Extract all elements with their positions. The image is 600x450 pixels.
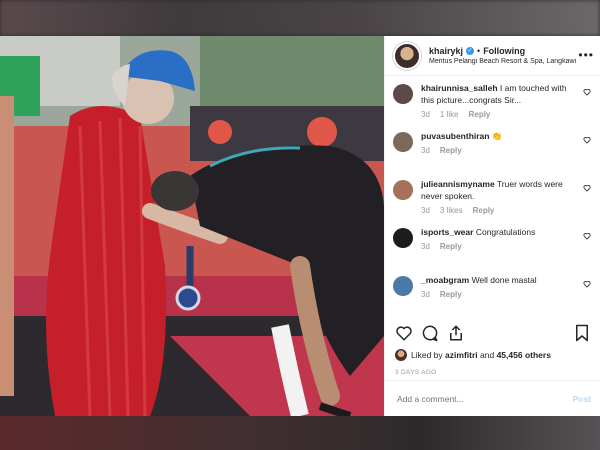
commenter-username[interactable]: _moabgram xyxy=(421,275,469,285)
more-options-icon[interactable]: ••• xyxy=(578,48,594,62)
backdrop-bottom xyxy=(0,416,600,450)
comment-like-heart-icon[interactable] xyxy=(583,136,591,144)
post-location[interactable]: Meritus Pelangi Beach Resort & Spa, Lang… xyxy=(429,58,591,65)
comment-body: puvasubenthiran 👏 3d Reply xyxy=(421,130,581,155)
comment-meta: 3d Reply xyxy=(421,242,581,251)
liker-username[interactable]: azimfitri xyxy=(445,350,478,360)
comment-message: Well done mastal xyxy=(471,275,537,285)
comment-body: _moabgram Well done mastal 3d Reply xyxy=(421,274,581,299)
comment-meta: 3d 1 like Reply xyxy=(421,110,581,119)
comment-icon[interactable] xyxy=(421,324,439,342)
comment-item: isports_wear Congratulations 3d Reply xyxy=(385,226,600,251)
share-icon[interactable] xyxy=(447,324,465,342)
instagram-post: khairykj ✓ • Following Meritus Pelangi B… xyxy=(0,36,600,416)
comment-meta: 3d Reply xyxy=(421,146,581,155)
comment-age[interactable]: 3d xyxy=(421,110,430,119)
post-timestamp[interactable]: 3 DAYS AGO xyxy=(395,369,437,376)
comment-like-count[interactable]: 1 like xyxy=(440,110,459,119)
author-username[interactable]: khairykj xyxy=(429,46,463,56)
comment-meta: 3d 3 likes Reply xyxy=(421,206,581,215)
comment-like-heart-icon[interactable] xyxy=(583,88,591,96)
comment-age[interactable]: 3d xyxy=(421,206,430,215)
likes-count[interactable]: 45,456 others xyxy=(497,350,551,360)
comment-item: khairunnisa_salleh I am touched with thi… xyxy=(385,82,600,119)
post-photo[interactable] xyxy=(0,36,384,416)
comments-list[interactable]: khairunnisa_salleh I am touched with thi… xyxy=(385,76,600,316)
heart-icon[interactable] xyxy=(395,324,413,342)
commenter-avatar[interactable] xyxy=(393,228,413,248)
header-separator: • xyxy=(477,46,481,56)
add-comment-input[interactable] xyxy=(395,392,573,405)
author-avatar[interactable] xyxy=(393,41,421,70)
comment-like-heart-icon[interactable] xyxy=(583,184,591,192)
comment-body: julieannismyname Truer words were never … xyxy=(421,178,581,215)
comment-text: puvasubenthiran 👏 xyxy=(421,130,581,142)
bookmark-icon[interactable] xyxy=(574,324,590,342)
comment-age[interactable]: 3d xyxy=(421,290,430,299)
add-comment-bar: Post xyxy=(385,380,600,416)
header-text: khairykj ✓ • Following Meritus Pelangi B… xyxy=(429,46,591,65)
reply-button[interactable]: Reply xyxy=(469,110,491,119)
header-line: khairykj ✓ • Following xyxy=(429,46,591,56)
verified-badge-icon: ✓ xyxy=(466,47,475,55)
post-comment-button[interactable]: Post xyxy=(573,394,591,404)
comment-message: 👏 xyxy=(491,131,503,141)
commenter-username[interactable]: khairunnisa_salleh xyxy=(421,83,498,93)
comment-meta: 3d Reply xyxy=(421,290,581,299)
reply-button[interactable]: Reply xyxy=(440,290,462,299)
comment-message: Congratulations xyxy=(475,227,536,237)
likes-joiner: and xyxy=(480,350,495,360)
comment-item: julieannismyname Truer words were never … xyxy=(385,178,600,215)
comment-item: _moabgram Well done mastal 3d Reply xyxy=(385,274,600,299)
follow-button[interactable]: Following xyxy=(483,46,525,56)
comment-text: julieannismyname Truer words were never … xyxy=(421,178,581,202)
reply-button[interactable]: Reply xyxy=(440,242,462,251)
post-photo-illustration xyxy=(0,36,384,416)
commenter-avatar[interactable] xyxy=(393,132,413,152)
comment-body: khairunnisa_salleh I am touched with thi… xyxy=(421,82,581,119)
comment-item: puvasubenthiran 👏 3d Reply xyxy=(385,130,600,155)
backdrop-top xyxy=(0,0,600,36)
comment-body: isports_wear Congratulations 3d Reply xyxy=(421,226,581,251)
likes-prefix: Liked by xyxy=(411,350,443,360)
reply-button[interactable]: Reply xyxy=(440,146,462,155)
comment-age[interactable]: 3d xyxy=(421,242,430,251)
comment-text: isports_wear Congratulations xyxy=(421,226,581,238)
commenter-avatar[interactable] xyxy=(393,276,413,296)
commenter-username[interactable]: julieannismyname xyxy=(421,179,495,189)
commenter-avatar[interactable] xyxy=(393,84,413,104)
comment-like-heart-icon[interactable] xyxy=(583,280,591,288)
liker-avatar[interactable] xyxy=(395,349,407,361)
likes-summary: Liked by azimfitri and 45,456 others xyxy=(395,349,551,361)
commenter-username[interactable]: isports_wear xyxy=(421,227,473,237)
comment-text: khairunnisa_salleh I am touched with thi… xyxy=(421,82,581,106)
post-sidebar: khairykj ✓ • Following Meritus Pelangi B… xyxy=(384,36,600,416)
post-header: khairykj ✓ • Following Meritus Pelangi B… xyxy=(385,36,600,76)
comment-like-heart-icon[interactable] xyxy=(583,232,591,240)
commenter-avatar[interactable] xyxy=(393,180,413,200)
reply-button[interactable]: Reply xyxy=(473,206,495,215)
commenter-username[interactable]: puvasubenthiran xyxy=(421,131,489,141)
comment-like-count[interactable]: 3 likes xyxy=(440,206,463,215)
comment-age[interactable]: 3d xyxy=(421,146,430,155)
comment-text: _moabgram Well done mastal xyxy=(421,274,581,286)
